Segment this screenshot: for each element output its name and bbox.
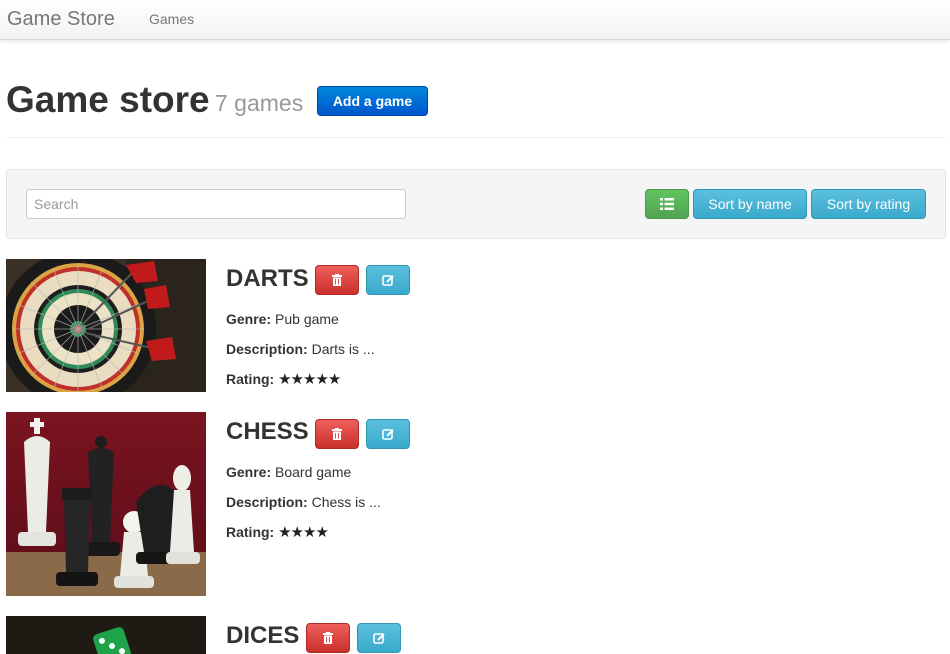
description-field: Description: Chess is ... (226, 494, 381, 510)
delete-button[interactable] (315, 419, 359, 449)
sort-by-name-button[interactable]: Sort by name (693, 189, 807, 219)
rating-field: Rating: ★★★★ (226, 524, 329, 541)
edit-icon (373, 633, 385, 644)
game-title: DARTS (226, 265, 309, 292)
delete-button[interactable] (306, 623, 350, 653)
search-input[interactable] (26, 189, 406, 219)
game-item: DARTS Genre: Pub game Description: Darts… (6, 259, 946, 392)
dartboard-image[interactable] (6, 259, 206, 392)
toolbar: Sort by name Sort by rating (6, 169, 946, 239)
dice-image[interactable] (6, 616, 206, 654)
brand-link[interactable]: Game Store (7, 7, 115, 31)
edit-button[interactable] (357, 623, 401, 653)
edit-icon (382, 275, 394, 286)
game-title: DICES (226, 622, 300, 649)
trash-icon (323, 632, 333, 644)
trash-icon (332, 274, 342, 286)
page-header: Game store 7 games Add a game (6, 80, 946, 138)
edit-button[interactable] (366, 419, 410, 449)
edit-button[interactable] (366, 265, 410, 295)
game-title: CHESS (226, 418, 309, 445)
game-item: CHESS Genre: Board game Description: Che… (6, 412, 946, 596)
chess-pieces-image[interactable] (6, 412, 206, 596)
rating-stars: ★★★★ (278, 524, 329, 541)
add-game-button[interactable]: Add a game (317, 86, 428, 116)
list-icon (660, 198, 674, 210)
navbar: Game Store Games (0, 0, 950, 40)
genre-value: Pub game (275, 311, 339, 327)
description-value: Chess is ... (311, 494, 381, 510)
game-item: DICES (6, 616, 946, 654)
list-view-button[interactable] (645, 189, 689, 219)
trash-icon (332, 428, 342, 440)
genre-value: Board game (275, 464, 352, 480)
description-value: Darts is ... (311, 341, 375, 357)
sort-by-rating-button[interactable]: Sort by rating (811, 189, 926, 219)
description-field: Description: Darts is ... (226, 341, 375, 357)
delete-button[interactable] (315, 265, 359, 295)
page-title: Game store (6, 79, 210, 120)
rating-stars: ★★★★★ (278, 371, 341, 388)
edit-icon (382, 429, 394, 440)
genre-field: Genre: Board game (226, 464, 352, 480)
genre-field: Genre: Pub game (226, 311, 339, 327)
rating-field: Rating: ★★★★★ (226, 371, 341, 388)
game-count: 7 games (215, 90, 304, 116)
nav-link-games[interactable]: Games (149, 11, 194, 27)
